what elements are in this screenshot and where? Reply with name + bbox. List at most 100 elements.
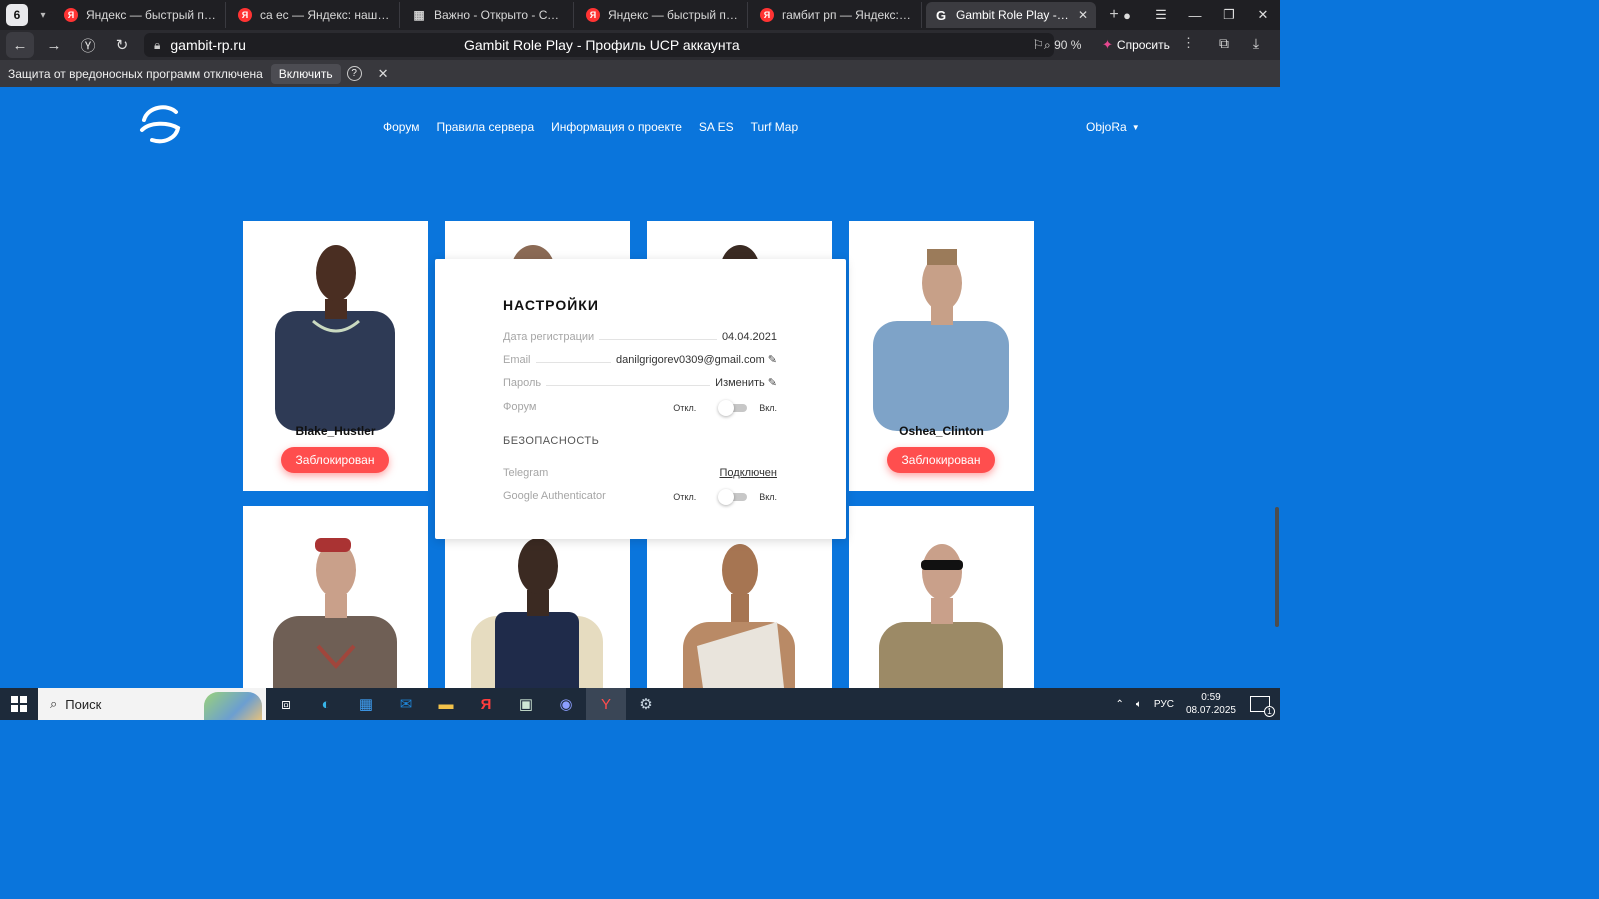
discord-icon[interactable]: ◉ [546,688,586,720]
help-icon[interactable]: ? [346,66,362,81]
task-view-icon[interactable]: ⧈ [266,688,306,720]
search-placeholder: Поиск [65,696,102,712]
ask-button[interactable]: ✦ Спросить [1102,35,1170,55]
zoom-magnifier-icon: ⌕ [1044,37,1055,52]
close-tab-icon[interactable]: ✕ [1078,8,1088,22]
outlook-icon[interactable]: ✉ [386,688,426,720]
close-warning-icon[interactable]: ✕ [378,66,389,82]
grid-icon: ▦ [413,8,425,22]
close-window-icon[interactable]: ✕ [1246,7,1280,23]
steam-icon[interactable]: ⚙ [626,688,666,720]
forum-toggle[interactable] [718,400,748,416]
tab-count-badge[interactable]: 6 [6,4,28,26]
gambit-icon: G [935,7,947,23]
telegram-connected-link[interactable]: Подключен [720,467,778,479]
password-row: Пароль Изменить ✎ [503,373,777,389]
restore-icon[interactable]: ❐ [1212,7,1246,23]
language-indicator[interactable]: РУС [1154,699,1174,710]
forum-label: Форум [503,401,537,413]
windows-start-icon[interactable] [0,696,38,712]
character-avatar [471,538,603,688]
tab-list-chevron-icon[interactable]: ▾ [34,10,52,21]
tab-title: са ес — Яндекс: нашлось [260,8,391,22]
security-section-title: БЕЗОПАСНОСТЬ [503,435,600,447]
character-name: Oshea_Clinton [899,424,984,438]
nav-link-about[interactable]: Информация о проекте [551,120,682,134]
row-divider [535,362,612,363]
forward-arrow-icon[interactable]: → [40,32,68,58]
site-nav: Форум Правила сервера Информация о проек… [383,120,798,134]
volume-icon[interactable]: 🔈︎ [1136,699,1142,710]
app-window-icon[interactable]: ▣ [506,688,546,720]
row-divider [599,339,717,340]
zoom-indicator[interactable]: ⌕ 90 % [1044,35,1081,55]
profile-icon[interactable]: ● [1110,8,1144,23]
minimize-icon[interactable]: — [1178,8,1212,23]
collections-icon[interactable]: ⧉ [1208,35,1240,52]
store-icon[interactable]: ▦ [346,688,386,720]
edit-email-pencil-icon[interactable]: ✎ [768,353,777,366]
change-password-link[interactable]: Изменить [715,377,765,389]
email-row: Email danilgrigorev0309@gmail.com ✎ [503,350,777,366]
page-scrollbar[interactable] [1274,87,1280,688]
yandex-home-icon[interactable]: Ⓨ [74,32,102,58]
character-avatar [683,544,795,688]
scrollbar-thumb[interactable] [1275,507,1279,627]
url-page-title: Gambit Role Play - Профиль UCP аккаунта [464,37,740,53]
email-label: Email [503,354,531,366]
character-avatar [873,249,1009,431]
browser-tab[interactable]: Я гамбит рп — Яндекс: наш [752,2,922,28]
nav-link-sa-es[interactable]: SA ES [699,120,734,134]
browser-tab[interactable]: Я Яндекс — быстрый поиск [56,2,226,28]
caret-down-icon: ▼ [1131,122,1140,132]
gambit-logo[interactable] [138,104,182,144]
url-field[interactable]: 🔒︎ gambit-rp.ru Gambit Role Play - Профи… [144,33,1054,57]
character-card[interactable] [243,506,428,688]
toggle-on-label: Вкл. [759,492,777,502]
notification-count: 1 [1264,706,1275,717]
windows-taskbar: ⌕ Поиск ⧈ ◐ ▦ ✉ ▬ Я ▣ ◉ Y ⚙ ⌃ 🔈︎ РУС 0:5… [0,688,1280,720]
character-card[interactable]: Oshea_Clinton Заблокирован [849,221,1034,491]
forum-toggle-group: Откл. Вкл. [673,400,777,416]
more-vertical-icon[interactable]: ⋮ [1182,35,1195,51]
google-authenticator-label: Google Authenticator [503,490,606,502]
enable-protection-button[interactable]: Включить [270,63,341,84]
browser-tab[interactable]: Я Яндекс — быстрый поиск [578,2,748,28]
character-card[interactable]: Blake_Hustler Заблокирован [243,221,428,491]
username: ObjoRa [1086,120,1127,134]
back-arrow-icon[interactable]: ← [6,32,34,58]
menu-icon[interactable]: ☰ [1144,7,1178,23]
browser-tab-active[interactable]: G Gambit Role Play - Проф ✕ [926,2,1096,28]
banned-status-button[interactable]: Заблокирован [887,447,995,473]
lock-icon[interactable]: 🔒︎ [154,38,160,53]
user-menu[interactable]: ObjoRa ▼ [1086,120,1140,134]
nav-link-rules[interactable]: Правила сервера [436,120,534,134]
clock[interactable]: 0:59 08.07.2025 [1186,691,1236,717]
character-card[interactable] [849,506,1034,688]
taskbar-search[interactable]: ⌕ Поиск [38,688,266,720]
download-icon[interactable]: ⤓ [1240,35,1272,52]
character-avatar [879,544,1003,688]
nav-link-forum[interactable]: Форум [383,120,419,134]
nav-link-turf-map[interactable]: Turf Map [751,120,799,134]
clock-time: 0:59 [1201,692,1221,703]
toggle-off-label: Откл. [673,492,697,502]
edit-password-pencil-icon[interactable]: ✎ [768,376,777,389]
file-explorer-icon[interactable]: ▬ [426,688,466,720]
browser-tab[interactable]: Я са ес — Яндекс: нашлось [230,2,400,28]
toolbar-right-icons: ⧉ ⤓ [1208,35,1272,52]
yandex-icon: Я [586,8,600,22]
yandex-browser-icon[interactable]: Y [586,688,626,720]
telegram-label: Telegram [503,467,549,479]
google-authenticator-toggle[interactable] [718,489,748,505]
warning-text: Защита от вредоносных программ отключена [8,66,263,81]
tray-chevron-up-icon[interactable]: ⌃ [1116,699,1124,710]
yandex-app-icon[interactable]: Я [466,688,506,720]
alice-icon: ✦ [1102,37,1113,52]
notifications-icon[interactable]: 1 [1250,696,1275,717]
edge-icon[interactable]: ◐ [306,688,346,720]
bookmark-icon[interactable]: ⚐ [1032,37,1044,53]
browser-tab[interactable]: ▦ Важно - Открыто - СТАРТ [404,2,574,28]
reload-icon[interactable]: ↻ [108,32,136,58]
banned-status-button[interactable]: Заблокирован [281,447,389,473]
